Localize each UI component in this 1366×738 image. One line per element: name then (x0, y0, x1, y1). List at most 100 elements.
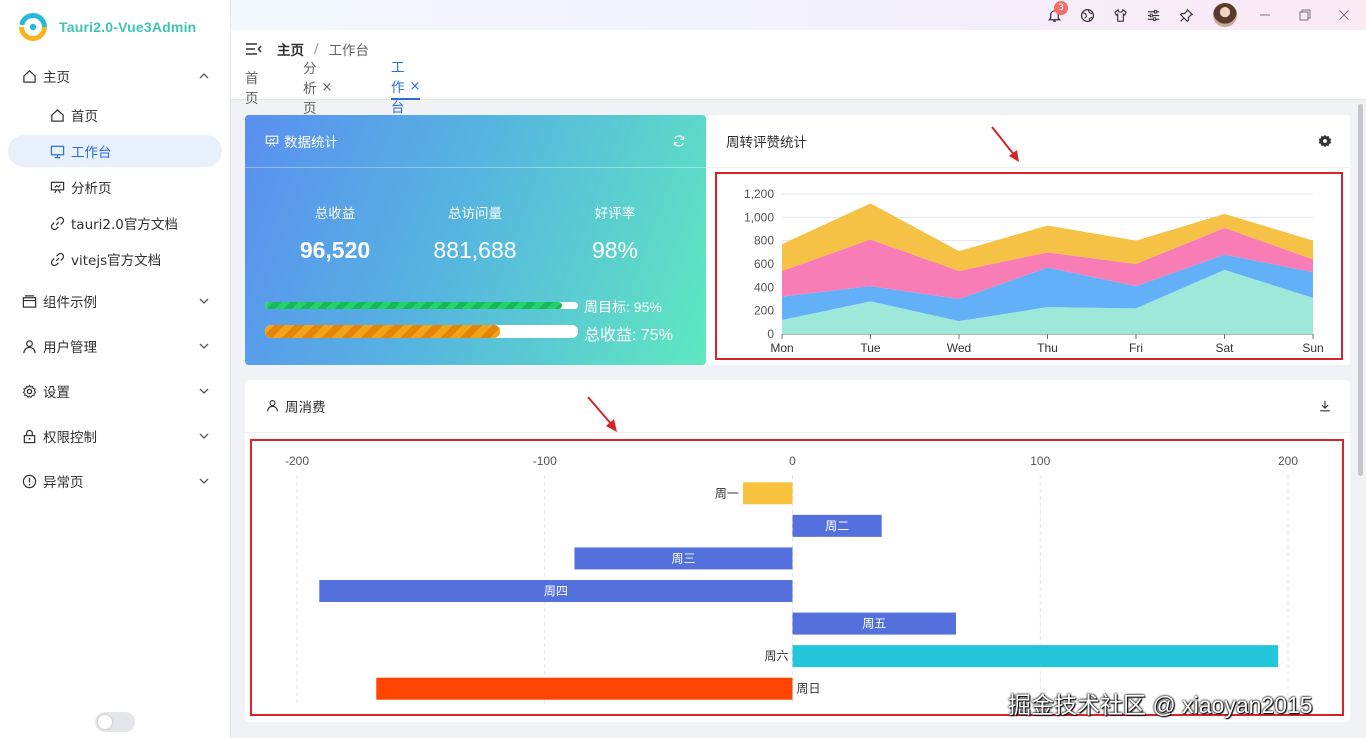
metric-total-visits: 总访问量 881,688 (405, 202, 545, 264)
progress-fill (265, 325, 500, 338)
monitor-icon (49, 143, 65, 159)
sidebar-item-users[interactable]: 用户管理 (8, 330, 222, 362)
metric-label: 总收益 (314, 206, 356, 222)
sidebar-item-label: 首页 (71, 109, 98, 125)
sidebar-item-label: 异常页 (43, 475, 84, 491)
tab-label: 首页 (245, 71, 259, 107)
metric-rating: 好评率 98% (545, 202, 685, 264)
menu-fold-icon[interactable] (245, 41, 263, 57)
theme-toggle[interactable] (95, 712, 135, 732)
sidebar-item-label: 工作台 (71, 145, 112, 161)
watermark: 掘金技术社区 @ xiaoyan2015 (1008, 692, 1313, 718)
chevron-down-icon (198, 340, 210, 352)
chevron-down-icon (198, 430, 210, 442)
sidebar-item-home-group[interactable]: 主页 (8, 60, 222, 92)
gear-icon[interactable] (1318, 134, 1332, 148)
chevron-down-icon (198, 295, 210, 307)
navbar: 主页 / 工作台 首页 分析页 × 工作台 × (231, 30, 1366, 117)
annotation-box (250, 439, 1344, 716)
annotation-arrow-icon (991, 126, 1019, 162)
box-icon (21, 293, 37, 309)
tab-close-icon[interactable]: × (322, 80, 333, 95)
app-title: Tauri2.0-Vue3Admin (59, 19, 197, 35)
metric-value: 98% (591, 237, 639, 263)
sidebar-item-label: 用户管理 (43, 340, 97, 356)
sidebar-item-tauri-docs[interactable]: tauri2.0官方文档 (8, 207, 222, 239)
notification-badge: 3 (1054, 1, 1068, 15)
link-icon (49, 215, 65, 231)
tab-close-icon[interactable]: × (410, 79, 421, 94)
home-icon (21, 68, 37, 84)
close-icon[interactable] (1336, 7, 1352, 23)
warning-icon (21, 473, 37, 489)
logo-icon (18, 12, 48, 42)
chevron-up-icon (198, 70, 210, 82)
spending-card-header: 周消费 (245, 380, 1350, 433)
annotation-arrow-icon (587, 396, 617, 432)
tab-workbench[interactable]: 工作台 × (391, 60, 421, 116)
metric-label: 好评率 (594, 206, 636, 222)
metric-label: 总访问量 (448, 206, 502, 222)
tab-analysis[interactable]: 分析页 × (303, 61, 333, 117)
stats-card: 数据统计 总收益 96,520 总访问量 881,688 好评率 98% 周目标… (245, 115, 706, 365)
breadcrumb: 主页 / 工作台 (245, 39, 369, 59)
sidebar-item-analysis[interactable]: 分析页 (8, 171, 222, 203)
sidebar-item-settings[interactable]: 设置 (8, 375, 222, 407)
metric-total-revenue: 总收益 96,520 (265, 202, 405, 264)
home-icon (49, 107, 65, 123)
tab-home[interactable]: 首页 (245, 71, 259, 107)
presentation-icon (265, 134, 279, 148)
sidebar-item-label: 权限控制 (43, 430, 97, 446)
restore-icon[interactable] (1297, 7, 1313, 23)
sidebar-item-label: 设置 (43, 385, 70, 401)
revenue-progress (265, 325, 578, 338)
sidebar-item-label: vitejs官方文档 (71, 253, 162, 269)
sliders-icon[interactable] (1145, 7, 1161, 23)
sidebar-item-workbench[interactable]: 工作台 (8, 135, 222, 167)
sidebar-item-label: 主页 (43, 70, 70, 86)
chevron-down-icon (198, 475, 210, 487)
rating-card-header: 周转评赞统计 (707, 115, 1350, 168)
globe-icon[interactable] (1079, 7, 1095, 23)
lock-icon (21, 428, 37, 444)
sidebar-item-permissions[interactable]: 权限控制 (8, 420, 222, 452)
sidebar: Tauri2.0-Vue3Admin 主页 首页 工作台 分析页 tauri2.… (0, 0, 231, 738)
annotation-box (715, 172, 1343, 360)
download-icon[interactable] (1318, 399, 1332, 413)
sidebar-item-label: 分析页 (71, 181, 112, 197)
stats-card-header: 数据统计 (245, 115, 706, 168)
user-avatar[interactable] (1213, 3, 1237, 27)
chevron-down-icon (198, 385, 210, 397)
progress-label: 周目标: 95% (584, 299, 662, 315)
sidebar-item-label: 组件示例 (43, 295, 97, 311)
user-icon (266, 399, 280, 413)
breadcrumb-current: 工作台 (328, 43, 370, 59)
sidebar-item-vitejs-docs[interactable]: vitejs官方文档 (8, 243, 222, 275)
sidebar-item-dashboard[interactable]: 首页 (8, 99, 222, 131)
user-icon (21, 338, 37, 354)
gear-icon (21, 383, 37, 399)
rating-card-title: 周转评赞统计 (726, 135, 807, 151)
tab-label: 分析页 (303, 61, 317, 117)
progress-label: 总收益: 75% (584, 327, 673, 344)
minimize-icon[interactable] (1257, 7, 1273, 23)
metric-value: 96,520 (299, 237, 371, 263)
pin-icon[interactable] (1178, 7, 1194, 23)
breadcrumb-home[interactable]: 主页 (277, 39, 304, 59)
stats-card-title: 数据统计 (284, 135, 338, 151)
metric-value: 881,688 (433, 237, 517, 263)
refresh-icon[interactable] (672, 134, 686, 148)
link-icon (49, 251, 65, 267)
sidebar-item-exceptions[interactable]: 异常页 (8, 465, 222, 497)
progress-fill (265, 302, 563, 309)
weekly-goal-progress (265, 302, 578, 309)
app-logo[interactable]: Tauri2.0-Vue3Admin (18, 10, 196, 44)
window-titlebar (231, 0, 1366, 30)
spending-card-title: 周消费 (285, 400, 326, 416)
shirt-icon[interactable] (1112, 7, 1128, 23)
scrollbar-thumb[interactable] (1358, 104, 1363, 476)
sidebar-item-components[interactable]: 组件示例 (8, 285, 222, 317)
sidebar-item-label: tauri2.0官方文档 (71, 217, 178, 233)
tab-label: 工作台 (391, 60, 405, 116)
breadcrumb-separator: / (314, 41, 319, 57)
